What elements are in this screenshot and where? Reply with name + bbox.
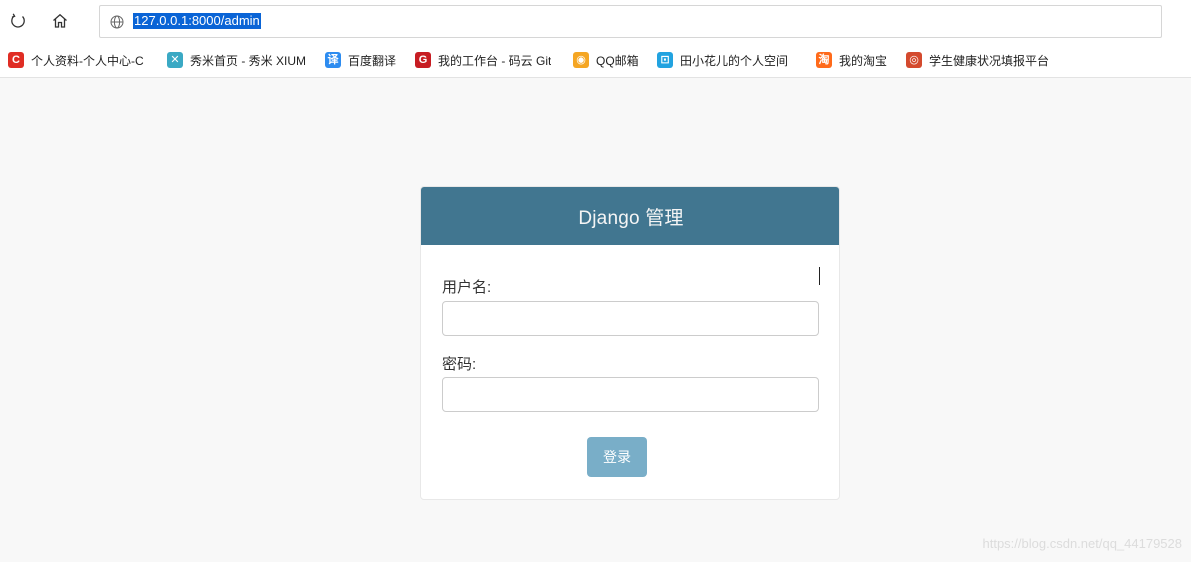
bookmark-label: 我的工作台 - 码云 Git [438, 53, 552, 68]
text-cursor [819, 267, 820, 285]
gitee-icon: G [415, 52, 431, 68]
bookmark-item[interactable]: ⊡ 田小花儿的个人空间 [657, 51, 807, 69]
watermark: https://blog.csdn.net/qq_44179528 [982, 536, 1183, 551]
xiumi-icon: ✕ [167, 52, 183, 68]
password-input[interactable] [442, 377, 819, 412]
site-title: Django 管理 [578, 207, 684, 229]
taobao-icon: 淘 [816, 52, 832, 68]
reload-button[interactable] [5, 8, 31, 34]
login-header: Django 管理 [421, 187, 839, 245]
bookmark-item[interactable]: 淘我的淘宝 [816, 51, 898, 69]
bookmark-label: 田小花儿的个人空间 [680, 53, 789, 68]
bookmark-item[interactable]: G 我的工作台 - 码云 Git [415, 51, 565, 69]
login-panel: Django 管理 用户名: 密码: 登录 [420, 186, 840, 500]
bilibili-icon: ⊡ [657, 52, 673, 68]
reload-icon [11, 13, 25, 28]
login-button[interactable]: 登录 [587, 437, 647, 477]
bookmark-label: 百度翻译 [348, 53, 397, 68]
bookmark-label: 我的淘宝 [839, 53, 888, 68]
home-button[interactable] [47, 8, 73, 34]
browser-toolbar: 127.0.0.1:8000/admin [0, 0, 1191, 42]
username-input[interactable] [442, 301, 819, 336]
globe-icon [110, 15, 124, 29]
home-icon [53, 13, 67, 28]
baidu-translate-icon: 译 [325, 52, 341, 68]
bookmark-item[interactable]: ◎ 学生健康状况填报平台 [906, 51, 1056, 69]
url-text[interactable]: 127.0.0.1:8000/admin [133, 13, 261, 29]
bookmark-item[interactable]: ◉ QQ邮箱 [573, 51, 649, 69]
password-label: 密码: [442, 356, 477, 373]
bookmarks-bar: C 个人资料-个人中心-C ✕ 秀米首页 - 秀米 XIUM 译百度翻译 G 我的工作台 -… [0, 42, 1191, 78]
health-report-icon: ◎ [906, 52, 922, 68]
csdn-icon: C [8, 52, 24, 68]
bookmark-label: QQ邮箱 [596, 53, 639, 68]
bookmark-label: 学生健康状况填报平台 [929, 53, 1050, 68]
address-bar[interactable]: 127.0.0.1:8000/admin [99, 5, 1162, 38]
username-label: 用户名: [442, 279, 492, 296]
bookmark-item[interactable]: 译百度翻译 [325, 51, 407, 69]
bookmark-label: 秀米首页 - 秀米 XIUM [190, 53, 306, 68]
qq-mail-icon: ◉ [573, 52, 589, 68]
bookmark-item[interactable]: ✕ 秀米首页 - 秀米 XIUM [167, 51, 317, 69]
bookmark-item[interactable]: C 个人资料-个人中心-C [8, 51, 158, 69]
bookmark-label: 个人资料-个人中心-C [31, 53, 144, 68]
